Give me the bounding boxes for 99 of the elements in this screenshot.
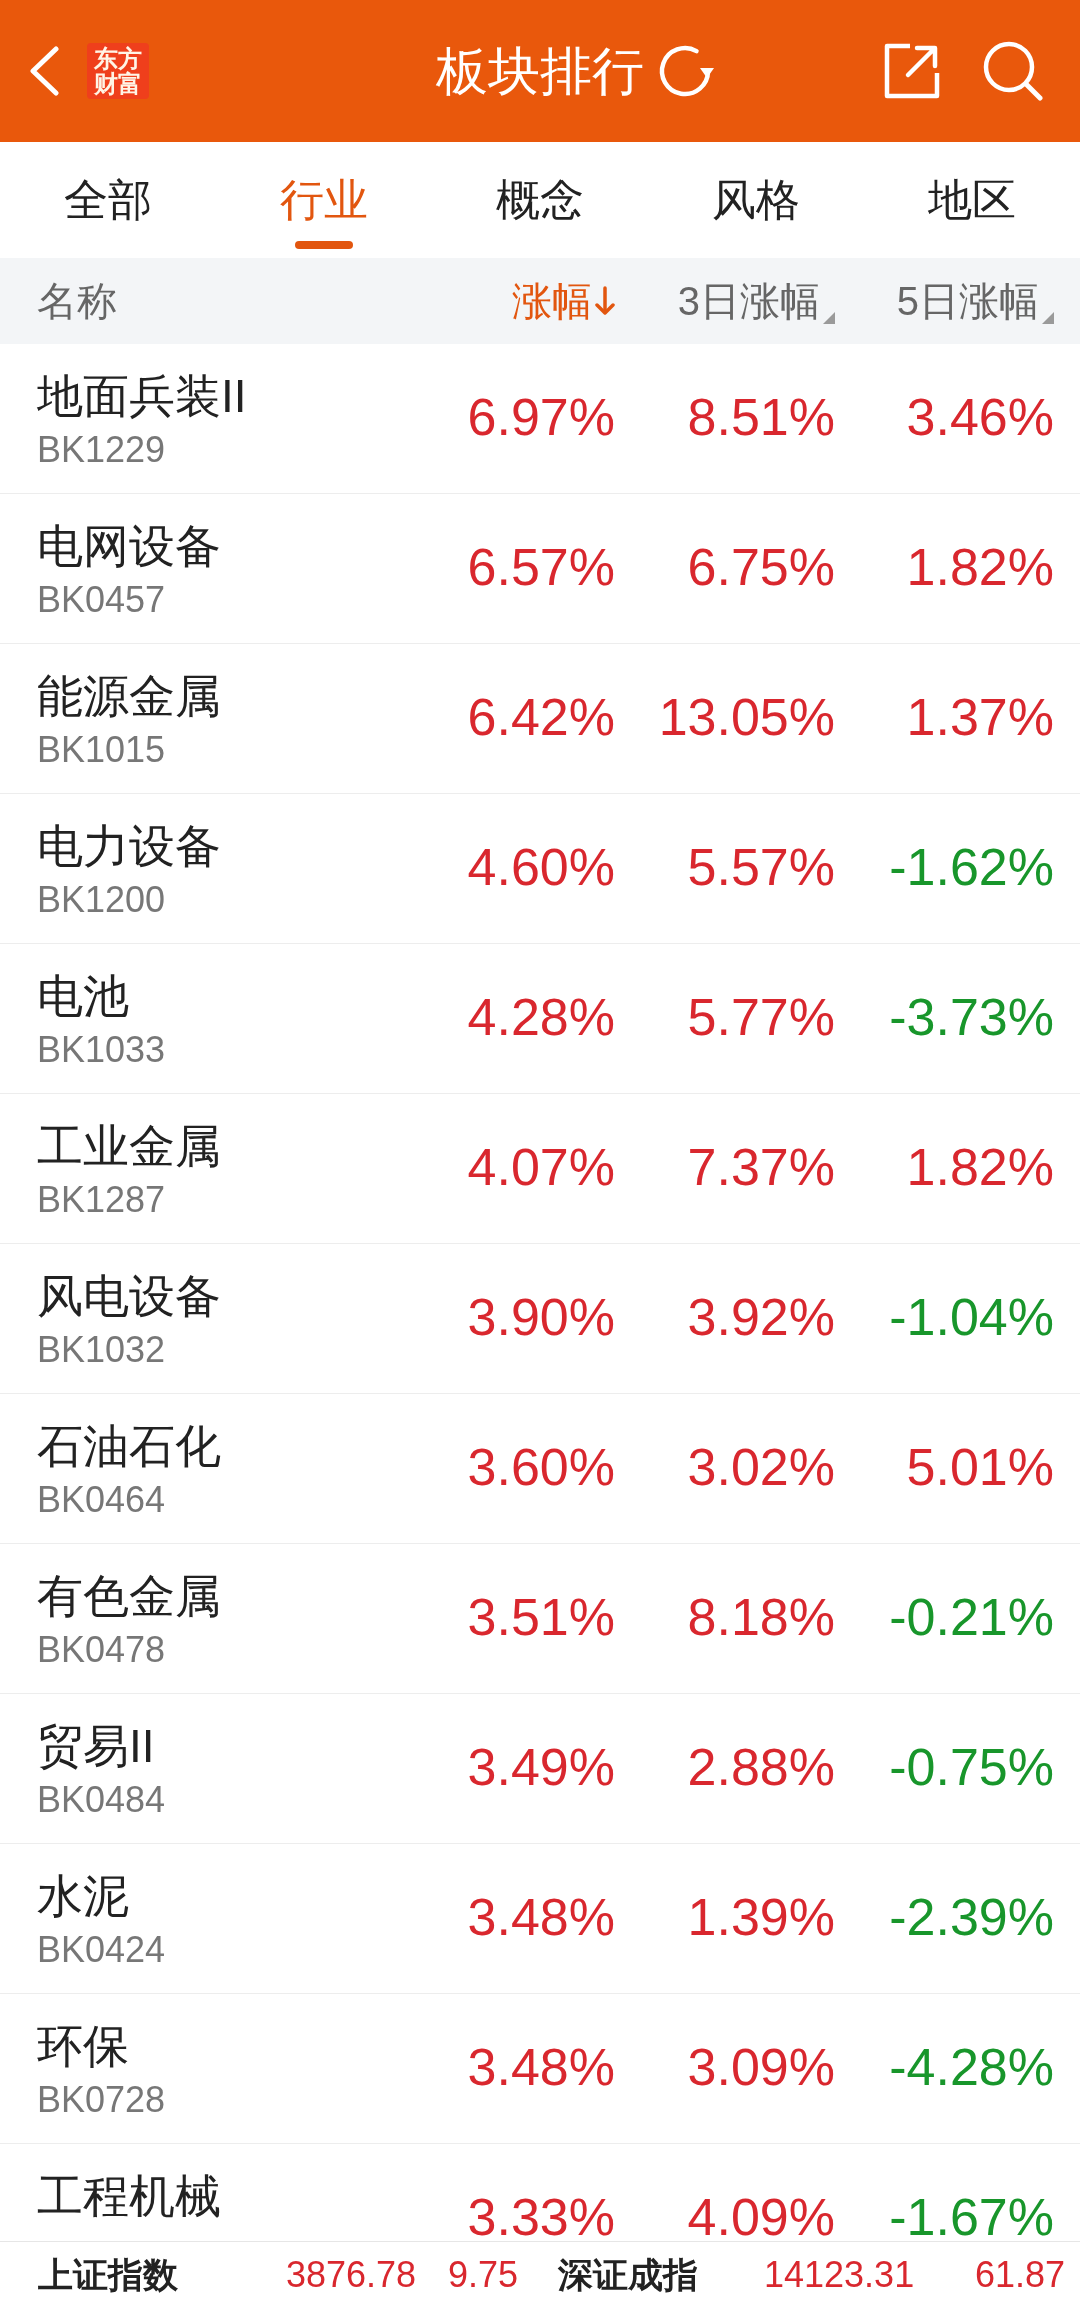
- category-tab[interactable]: 地区: [864, 142, 1080, 258]
- name-column-header: 名称: [37, 278, 118, 324]
- sector-row[interactable]: 有色金属 BK0478 3.51% 8.18% -0.21%: [0, 1544, 1080, 1694]
- brand-logo: 东方财富: [87, 43, 149, 99]
- three-day-change: 8.18%: [687, 1590, 835, 1644]
- sector-code: BK1229: [37, 430, 166, 470]
- sector-code: BK1033: [37, 1030, 166, 1070]
- index-value: 14123.31: [764, 2255, 916, 2295]
- three-day-change: 5.57%: [687, 840, 835, 894]
- sector-code: BK1015: [37, 730, 166, 770]
- sector-row[interactable]: 石油石化 BK0464 3.60% 3.02% 5.01%: [0, 1394, 1080, 1544]
- change-percent: 4.28%: [467, 990, 615, 1044]
- sort-triangle-icon: [1042, 312, 1054, 324]
- three-day-change: 8.51%: [687, 390, 835, 444]
- three-day-change: 6.75%: [687, 540, 835, 594]
- three-day-change: 3.02%: [687, 1440, 835, 1494]
- sector-code: BK1287: [37, 1180, 166, 1220]
- three-day-change: 2.88%: [687, 1740, 835, 1794]
- sector-code: BK0464: [37, 1480, 166, 1520]
- category-tab[interactable]: 风格: [648, 142, 864, 258]
- five-day-change: -1.62%: [889, 840, 1054, 894]
- five-day-change: -0.21%: [889, 1590, 1054, 1644]
- sector-name: 有色金属: [37, 1569, 221, 1624]
- sector-row[interactable]: 工程机械 3.33% 4.09% -1.67%: [0, 2144, 1080, 2241]
- arrow-down-icon: [595, 286, 615, 316]
- five-day-change: 5.01%: [906, 1440, 1054, 1494]
- five-day-change: 1.37%: [906, 690, 1054, 744]
- change-percent: 4.60%: [467, 840, 615, 894]
- change-percent: 3.60%: [467, 1440, 615, 1494]
- change-percent: 6.42%: [467, 690, 615, 744]
- change-percent: 6.57%: [467, 540, 615, 594]
- change-percent: 6.97%: [467, 390, 615, 444]
- category-tab[interactable]: 概念: [432, 142, 648, 258]
- sort-column-header[interactable]: 5日涨幅: [896, 278, 1054, 324]
- sort-triangle-icon: [823, 312, 835, 324]
- search-icon[interactable]: [983, 41, 1043, 101]
- sector-row[interactable]: 能源金属 BK1015 6.42% 13.05% 1.37%: [0, 644, 1080, 794]
- sector-row[interactable]: 电网设备 BK0457 6.57% 6.75% 1.82%: [0, 494, 1080, 644]
- sector-code: BK0457: [37, 580, 166, 620]
- sector-row[interactable]: 水泥 BK0424 3.48% 1.39% -2.39%: [0, 1844, 1080, 1994]
- five-day-change: 1.82%: [906, 540, 1054, 594]
- three-day-change: 5.77%: [687, 990, 835, 1044]
- sector-name: 电网设备: [37, 519, 221, 574]
- sector-row[interactable]: 风电设备 BK1032 3.90% 3.92% -1.04%: [0, 1244, 1080, 1394]
- change-percent: 3.48%: [467, 1890, 615, 1944]
- sector-row[interactable]: 电池 BK1033 4.28% 5.77% -3.73%: [0, 944, 1080, 1094]
- sector-name: 水泥: [37, 1869, 129, 1924]
- change-percent: 3.33%: [467, 2190, 615, 2241]
- three-day-change: 1.39%: [687, 1890, 835, 1944]
- sector-name: 贸易II: [37, 1719, 155, 1774]
- change-percent: 3.49%: [467, 1740, 615, 1794]
- sector-code: BK0424: [37, 1930, 166, 1970]
- index-value: 3876.78: [286, 2255, 418, 2295]
- five-day-change: 1.82%: [906, 1140, 1054, 1194]
- page-title: 板块排行: [436, 41, 644, 101]
- sector-name: 能源金属: [37, 669, 221, 724]
- index-change: 9.75: [448, 2255, 519, 2295]
- sector-name: 工程机械: [37, 2169, 221, 2224]
- three-day-change: 4.09%: [687, 2190, 835, 2241]
- five-day-change: 3.46%: [906, 390, 1054, 444]
- sector-name: 电力设备: [37, 819, 221, 874]
- sector-row[interactable]: 工业金属 BK1287 4.07% 7.37% 1.82%: [0, 1094, 1080, 1244]
- index-change: 61.87: [975, 2255, 1066, 2295]
- three-day-change: 7.37%: [687, 1140, 835, 1194]
- five-day-change: -1.04%: [889, 1290, 1054, 1344]
- sector-code: BK0484: [37, 1780, 166, 1820]
- sector-row[interactable]: 电力设备 BK1200 4.60% 5.57% -1.62%: [0, 794, 1080, 944]
- category-tab[interactable]: 行业: [216, 142, 432, 258]
- share-icon[interactable]: [884, 43, 940, 99]
- sector-name: 石油石化: [37, 1419, 221, 1474]
- sector-row[interactable]: 环保 BK0728 3.48% 3.09% -4.28%: [0, 1994, 1080, 2144]
- sector-row[interactable]: 贸易II BK0484 3.49% 2.88% -0.75%: [0, 1694, 1080, 1844]
- sector-name: 风电设备: [37, 1269, 221, 1324]
- five-day-change: -4.28%: [889, 2040, 1054, 2094]
- change-percent: 3.90%: [467, 1290, 615, 1344]
- category-tab[interactable]: 全部: [0, 142, 216, 258]
- five-day-change: -1.67%: [889, 2190, 1054, 2241]
- change-percent: 3.48%: [467, 2040, 615, 2094]
- three-day-change: 13.05%: [658, 690, 835, 744]
- five-day-change: -3.73%: [889, 990, 1054, 1044]
- five-day-change: -2.39%: [889, 1890, 1054, 1944]
- sector-code: BK1200: [37, 880, 166, 920]
- three-day-change: 3.92%: [687, 1290, 835, 1344]
- three-day-change: 3.09%: [687, 2040, 835, 2094]
- five-day-change: -0.75%: [889, 1740, 1054, 1794]
- sector-code: BK0728: [37, 2080, 166, 2120]
- sector-code: BK0478: [37, 1630, 166, 1670]
- sector-name: 地面兵装II: [37, 369, 247, 424]
- sector-row[interactable]: 地面兵装II BK1229 6.97% 8.51% 3.46%: [0, 344, 1080, 494]
- sort-column-header[interactable]: 3日涨幅: [677, 278, 835, 324]
- sector-code: BK1032: [37, 1330, 166, 1370]
- index-name: 上证指数: [38, 2255, 179, 2295]
- back-icon[interactable]: [28, 46, 60, 96]
- change-percent: 4.07%: [467, 1140, 615, 1194]
- sector-name: 工业金属: [37, 1119, 221, 1174]
- change-percent: 3.51%: [467, 1590, 615, 1644]
- index-name: 深证成指: [558, 2255, 699, 2295]
- sector-name: 电池: [37, 969, 129, 1024]
- sector-name: 环保: [37, 2019, 129, 2074]
